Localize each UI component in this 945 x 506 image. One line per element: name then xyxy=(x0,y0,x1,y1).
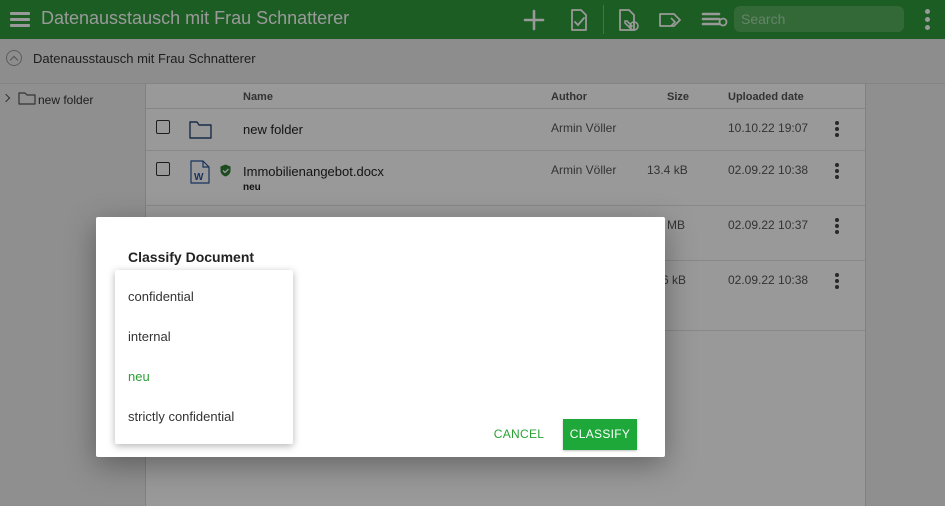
option-confidential[interactable]: confidential xyxy=(115,277,293,317)
option-neu[interactable]: neu xyxy=(115,357,293,397)
classification-dropdown: confidential internal neu strictly confi… xyxy=(115,270,293,444)
cancel-button[interactable]: CANCEL xyxy=(488,420,550,448)
classify-button[interactable]: CLASSIFY xyxy=(563,419,637,450)
option-internal[interactable]: internal xyxy=(115,317,293,357)
dialog-title: Classify Document xyxy=(128,249,255,265)
option-strictly-confidential[interactable]: strictly confidential xyxy=(115,397,293,437)
